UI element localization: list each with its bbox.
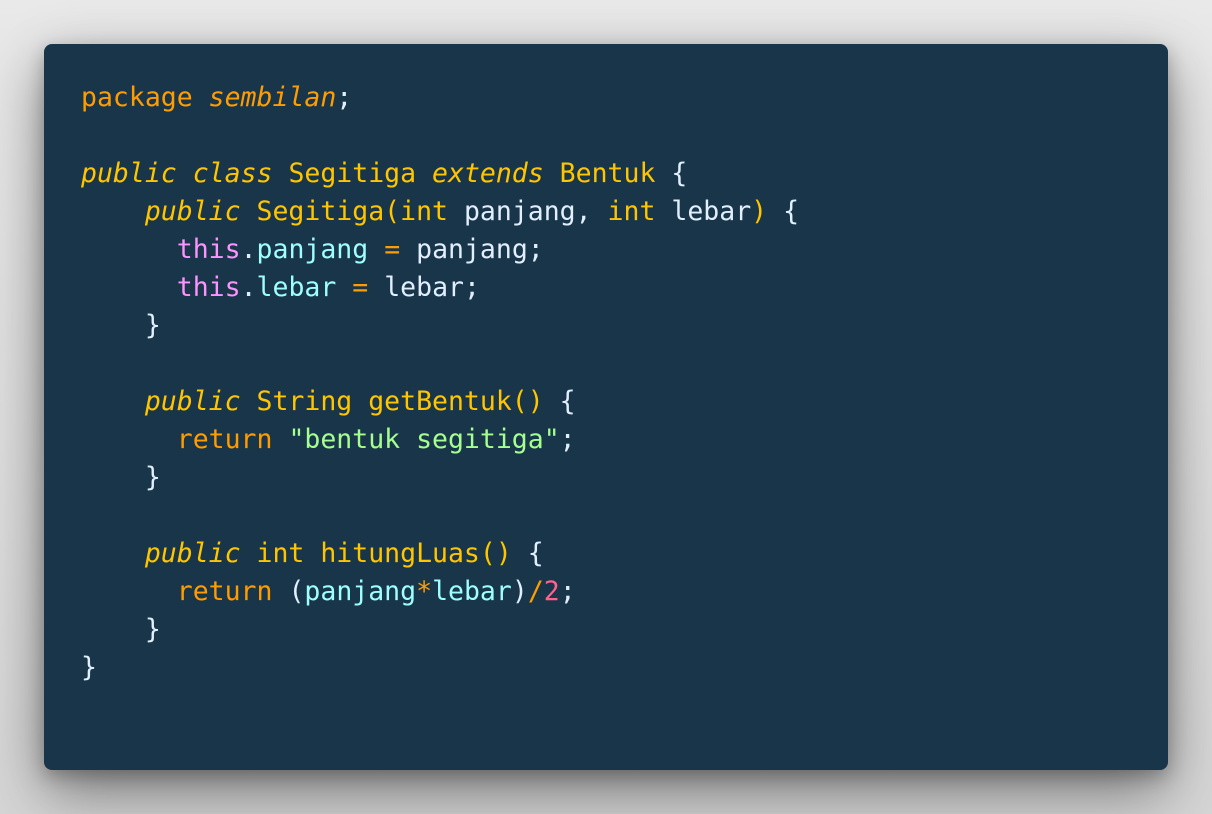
code-token: "bentuk segitiga" xyxy=(288,424,560,455)
code-token: () xyxy=(511,386,544,417)
code-token: = xyxy=(384,234,401,265)
code-block: package sembilan; public class Segitiga … xyxy=(81,79,799,687)
code-line: public class Segitiga extends Bentuk { xyxy=(81,155,799,193)
code-token: { xyxy=(767,196,800,227)
code-token: getBentuk xyxy=(368,386,512,417)
code-line: this.lebar = lebar; xyxy=(81,269,799,307)
code-token: int xyxy=(607,196,656,227)
code-token: class xyxy=(192,158,273,189)
code-token: Segitiga xyxy=(240,196,385,227)
code-token: int xyxy=(400,196,448,227)
code-token: String xyxy=(240,386,369,417)
code-token: panjang xyxy=(256,234,369,265)
code-token: ( xyxy=(288,576,305,607)
code-token: panjang, xyxy=(448,196,608,227)
code-token: ; xyxy=(559,424,576,455)
code-token: lebar xyxy=(655,196,752,227)
code-token: return xyxy=(176,424,273,455)
code-token: panjang xyxy=(304,576,417,607)
code-token: { xyxy=(671,158,688,189)
code-line: } xyxy=(81,649,799,687)
code-token: public xyxy=(144,538,241,569)
code-token: / xyxy=(527,576,544,607)
code-token: } xyxy=(81,462,161,493)
code-token: sembilan xyxy=(208,82,337,113)
code-token: ) xyxy=(511,576,528,607)
code-token: lebar; xyxy=(368,272,480,303)
code-token: = xyxy=(352,272,369,303)
code-token: * xyxy=(416,576,433,607)
code-token: lebar xyxy=(432,576,512,607)
code-line: this.panjang = panjang; xyxy=(81,231,799,269)
code-token: () xyxy=(479,538,512,569)
code-token: ; xyxy=(336,82,353,113)
code-token: int xyxy=(240,538,321,569)
code-token: { xyxy=(511,538,544,569)
code-token: lebar xyxy=(256,272,337,303)
code-token: hitungLuas xyxy=(320,538,480,569)
code-token: ) xyxy=(751,196,768,227)
code-line: } xyxy=(81,459,799,497)
code-token: Segitiga xyxy=(272,158,433,189)
code-window: package sembilan; public class Segitiga … xyxy=(44,44,1168,770)
code-token: this xyxy=(176,272,241,303)
code-token: public xyxy=(144,196,241,227)
code-token: } xyxy=(81,310,161,341)
code-token: panjang; xyxy=(400,234,544,265)
code-token: } xyxy=(81,614,161,645)
code-token: public xyxy=(81,158,177,189)
code-token: ; xyxy=(559,576,576,607)
code-token: extends xyxy=(432,158,544,189)
code-line: } xyxy=(81,611,799,649)
code-line: public Segitiga(int panjang, int lebar) … xyxy=(81,193,799,231)
code-token: package xyxy=(81,82,209,113)
code-token: } xyxy=(81,652,97,683)
code-token: { xyxy=(543,386,576,417)
code-line: public String getBentuk() { xyxy=(81,383,799,421)
code-token: ( xyxy=(384,196,401,227)
code-token: public xyxy=(144,386,241,417)
code-token: this xyxy=(176,234,241,265)
code-token: Bentuk xyxy=(543,158,672,189)
code-token: . xyxy=(240,272,257,303)
code-token: . xyxy=(240,234,257,265)
code-line: return (panjang*lebar)/2; xyxy=(81,573,799,611)
code-line: } xyxy=(81,307,799,345)
code-line: return "bentuk segitiga"; xyxy=(81,421,799,459)
code-token: 2 xyxy=(543,576,560,607)
code-line: public int hitungLuas() { xyxy=(81,535,799,573)
code-token: return xyxy=(176,576,273,607)
code-line: package sembilan; xyxy=(81,79,799,117)
